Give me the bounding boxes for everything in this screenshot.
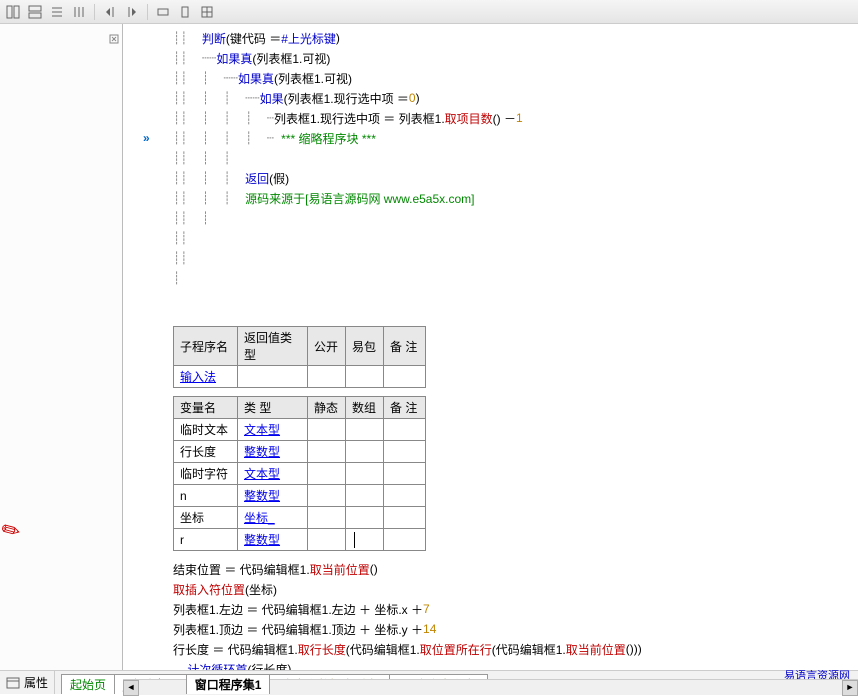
code-line[interactable]: ┊┊ ┊ ┊ 源码来源于[易语言源码网 www.e5a5x.com] [173, 188, 858, 208]
code-area[interactable]: ┊┊ 判断 (键代码 ＝ #上光标键) ┊┊ ┄┄如果真 (列表框1.可视) ┊… [123, 24, 858, 670]
breakpoint-marker[interactable]: » [143, 131, 150, 145]
table-row[interactable]: 输入法 [174, 366, 426, 388]
th-sub-name: 子程序名 [174, 327, 238, 366]
tb-btn-5[interactable] [101, 3, 119, 21]
tb-sep-2 [147, 4, 148, 20]
tb-btn-8[interactable] [176, 3, 194, 21]
th-var-type: 类 型 [238, 397, 308, 419]
code-line[interactable]: ┊┊ ┊ ┊ 返回 (假) [173, 168, 858, 188]
tb-btn-9[interactable] [198, 3, 216, 21]
th-pkg: 易包 [346, 327, 384, 366]
th-public: 公开 [308, 327, 346, 366]
code-line[interactable]: ┊┊ ┊ ┊ ┊ ┄列表框1.现行选中项 ＝ 列表框1.取项目数 () － 1 [173, 108, 858, 128]
code-line[interactable]: »┊┊ ┊ ┊ ┊ ┄ *** 缩略程序块 *** [173, 128, 858, 148]
th-array: 数组 [346, 397, 384, 419]
code-line[interactable]: ┊┊ ┊ [173, 208, 858, 228]
code-line[interactable]: ┊┊ ┄┄如果真 (列表框1.可视) [173, 48, 858, 68]
tab-window-program[interactable]: 窗口程序集1 [186, 674, 271, 694]
tables-section: 子程序名 返回值类型 公开 易包 备 注 输入法 变量名 类 型 [173, 326, 858, 670]
th-remark: 备 注 [384, 327, 426, 366]
table-row[interactable]: n整数型 [174, 485, 426, 507]
table-row[interactable]: r整数型 [174, 529, 426, 551]
table-row[interactable]: 临时字符文本型 [174, 463, 426, 485]
tb-btn-2[interactable] [26, 3, 44, 21]
tb-btn-7[interactable] [154, 3, 172, 21]
scroll-right-btn[interactable]: ► [842, 680, 858, 696]
code-line[interactable]: ┊┊ ┊ ┊ ┄┄如果 (列表框1.现行选中项 ＝ 0) [173, 88, 858, 108]
main-area: ✎ ┊┊ 判断 (键代码 ＝ #上光标键) ┊┊ ┄┄如果真 (列表框1.可视)… [0, 24, 858, 670]
tb-btn-3[interactable] [48, 3, 66, 21]
text-cursor [354, 532, 355, 548]
code-line[interactable]: ┊┊ ┊ ┄┄如果真 (列表框1.可视) [173, 68, 858, 88]
sub-name-cell[interactable]: 输入法 [180, 370, 216, 384]
code-line[interactable]: ┊┊ ┊ ┊ [173, 148, 858, 168]
table-row[interactable]: 坐标坐标_ [174, 507, 426, 529]
table-row[interactable]: 行长度整数型 [174, 441, 426, 463]
tb-btn-1[interactable] [4, 3, 22, 21]
tab-start[interactable]: 起始页 [61, 674, 115, 694]
th-var-name: 变量名 [174, 397, 238, 419]
code-line[interactable]: ┊ [173, 268, 858, 288]
properties-icon [6, 676, 20, 690]
scroll-left-btn[interactable]: ◄ [123, 680, 139, 696]
code-line[interactable]: ┊┊ 判断 (键代码 ＝ #上光标键) [173, 28, 858, 48]
th-static: 静态 [308, 397, 346, 419]
properties-button[interactable]: 属性 [0, 671, 55, 694]
panel-close-icon[interactable] [109, 34, 119, 44]
table-row[interactable]: 临时文本文本型 [174, 419, 426, 441]
tb-btn-4[interactable] [70, 3, 88, 21]
tb-btn-6[interactable] [123, 3, 141, 21]
code-line[interactable]: ┊┊ [173, 248, 858, 268]
variables-table[interactable]: 变量名 类 型 静态 数组 备 注 临时文本文本型 行长度整数型 临时字符文本型… [173, 396, 426, 551]
properties-label: 属性 [24, 674, 48, 691]
pencil-icon: ✎ [0, 515, 26, 547]
th-var-remark: 备 注 [384, 397, 426, 419]
th-return-type: 返回值类型 [238, 327, 308, 366]
subroutine-table[interactable]: 子程序名 返回值类型 公开 易包 备 注 输入法 [173, 326, 426, 388]
tb-sep-1 [94, 4, 95, 20]
code-below-tables[interactable]: 结束位置 ＝ 代码编辑框1.取当前位置 () 取插入符位置 (坐标) 列表框1.… [173, 559, 858, 670]
code-line[interactable]: ┊┊ [173, 228, 858, 248]
toolbar [0, 0, 858, 24]
left-panel: ✎ [0, 24, 123, 670]
